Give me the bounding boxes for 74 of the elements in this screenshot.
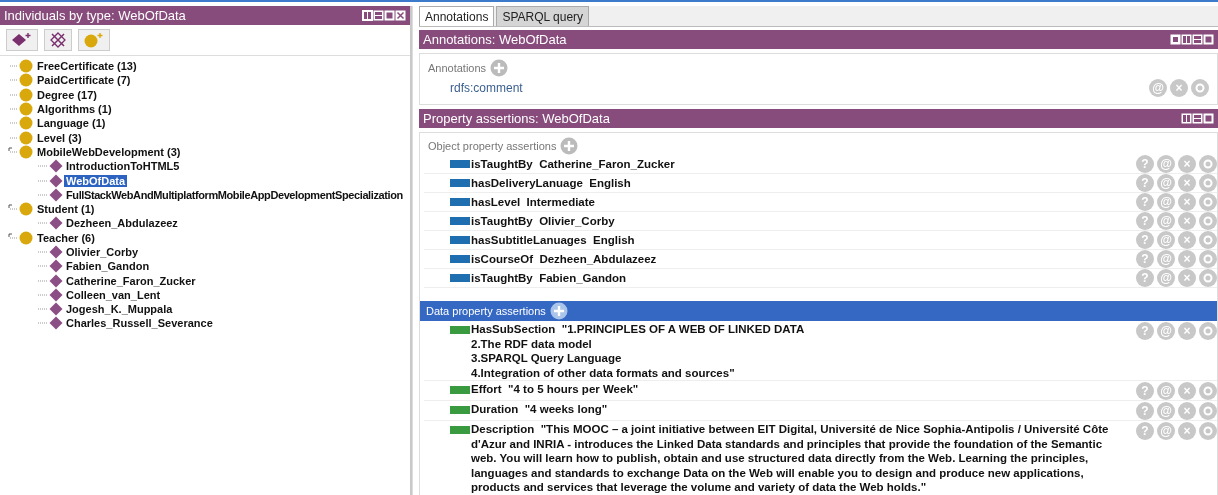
property-assertion[interactable]: Effort "4 to 5 hours per Week": [471, 382, 1135, 397]
row-action-button[interactable]: ?: [1136, 231, 1154, 249]
tree-item[interactable]: Degree (17): [35, 88, 99, 101]
tree-item[interactable]: Algorithms (1): [35, 103, 114, 116]
row-action-button[interactable]: @: [1157, 212, 1175, 230]
row-action-button[interactable]: ?: [1136, 402, 1154, 420]
tree-item[interactable]: Jogesh_K._Muppala: [64, 303, 175, 316]
row-action-button[interactable]: ×: [1178, 422, 1196, 440]
row-action-button[interactable]: @: [1157, 174, 1175, 192]
property-assertion[interactable]: hasDeliveryLanuage English: [471, 177, 1135, 189]
row-action-button[interactable]: ?: [1136, 193, 1154, 211]
property-assertion[interactable]: hasSubtitleLanuages English: [471, 234, 1135, 246]
row-action-button[interactable]: ×: [1178, 402, 1196, 420]
tree-item[interactable]: Charles_Russell_Severance: [64, 317, 215, 330]
row-action-button[interactable]: @: [1157, 322, 1175, 340]
row-action-button[interactable]: @: [1157, 250, 1175, 268]
row-action-button[interactable]: ×: [1178, 269, 1196, 287]
row-action-button[interactable]: ?: [1136, 212, 1154, 230]
row-action-button[interactable]: @: [1157, 155, 1175, 173]
tree-item[interactable]: Olivier_Corby: [64, 246, 141, 258]
tree-item[interactable]: WebOfData: [64, 174, 128, 187]
section-label: Object property assertions: [428, 140, 557, 152]
tree-item[interactable]: Student (1): [35, 203, 97, 216]
tree-item[interactable]: IntroductionToHTML5: [64, 160, 182, 173]
row-action-button[interactable]: @: [1157, 231, 1175, 249]
tree-item[interactable]: FullStackWebAndMultiplatformMobileAppDevelopmentSpecialization: [64, 188, 405, 201]
tab[interactable]: SPARQL query: [496, 6, 590, 26]
row-action-button[interactable]: ×: [1178, 382, 1196, 400]
row-action-button[interactable]: ×: [1178, 174, 1196, 192]
property-assertion[interactable]: Description "This MOOC – a joint initiative between EIT Digital, Université de Nice Sophia-Antipolis / Université Côte d'Azur and INRIA - introduces the Linked Data standards and principles that provide the foundation of the Semantic web. You will learn how to publish, obtain and use structured data directly from the Web. Learning the principles, languages and standards to exchange Data on the Web will enable you to design and produce new applications, products and services that leverage the volume and variety of data the Web holds.": [471, 422, 1135, 495]
row-action-button[interactable]: ×: [1178, 250, 1196, 268]
property-assertion[interactable]: isTaughtBy Fabien_Gandon: [471, 272, 1135, 284]
tree-item[interactable]: Level (3): [35, 131, 84, 144]
row-action-button[interactable]: ?: [1136, 174, 1154, 192]
row-action-button[interactable]: @: [1157, 422, 1175, 440]
row-action-button[interactable]: ?: [1136, 155, 1154, 173]
row-action-button[interactable]: @: [1149, 79, 1167, 97]
tree-item[interactable]: MobileWebDevelopment (3): [35, 145, 183, 158]
property-assertion[interactable]: isTaughtBy Catherine_Faron_Zucker: [471, 158, 1135, 170]
annotation-property-link[interactable]: rdfs:comment: [450, 81, 523, 95]
row-action-button[interactable]: @: [1157, 269, 1175, 287]
tree-item[interactable]: Language (1): [35, 117, 108, 130]
row-action-button[interactable]: ?: [1136, 382, 1154, 400]
row-action-button[interactable]: ?: [1136, 422, 1154, 440]
row-action-button[interactable]: ×: [1170, 79, 1188, 97]
property-assertion[interactable]: hasLevel Intermediate: [471, 196, 1135, 208]
tree-item[interactable]: Teacher (6): [35, 231, 97, 244]
section-label: Data property assertions: [426, 305, 546, 317]
row-action-button[interactable]: @: [1157, 402, 1175, 420]
property-assertion[interactable]: isCourseOf Dezheen_Abdulazeez: [471, 253, 1135, 265]
property-assertion[interactable]: isTaughtBy Olivier_Corby: [471, 215, 1135, 227]
row-action-button[interactable]: ×: [1178, 322, 1196, 340]
property-assertion[interactable]: HasSubSection "1.PRINCIPLES OF A WEB OF LINKED DATA 2.The RDF data model 3.SPARQL Query Language 4.Integration of other data formats and sources": [471, 322, 1135, 380]
tree-item[interactable]: Colleen_van_Lent: [64, 288, 163, 301]
tree-item[interactable]: Catherine_Faron_Zucker: [64, 274, 198, 287]
tree-item[interactable]: PaidCertificate (7): [35, 74, 133, 87]
row-action-button[interactable]: @: [1157, 382, 1175, 400]
row-action-button[interactable]: ?: [1136, 250, 1154, 268]
row-action-button[interactable]: ×: [1178, 212, 1196, 230]
property-assertion[interactable]: Duration "4 weeks long": [471, 402, 1135, 417]
row-action-button[interactable]: ×: [1178, 231, 1196, 249]
panel-title: Annotations: WebOfData: [423, 32, 567, 47]
row-action-button[interactable]: ?: [1136, 269, 1154, 287]
tree-item[interactable]: Fabien_Gandon: [64, 260, 152, 273]
tree-item[interactable]: Dezheen_Abdulazeez: [64, 217, 180, 230]
row-action-button[interactable]: ?: [1136, 322, 1154, 340]
row-action-button[interactable]: ×: [1178, 155, 1196, 173]
row-action-button[interactable]: ×: [1178, 193, 1196, 211]
panel-title: Property assertions: WebOfData: [423, 111, 610, 126]
row-action-button[interactable]: @: [1157, 193, 1175, 211]
tab[interactable]: Annotations: [419, 6, 495, 26]
section-label: Annotations: [428, 62, 487, 74]
tree-item[interactable]: FreeCertificate (13): [35, 60, 139, 73]
panel-title: Individuals by type: WebOfData: [4, 8, 186, 23]
